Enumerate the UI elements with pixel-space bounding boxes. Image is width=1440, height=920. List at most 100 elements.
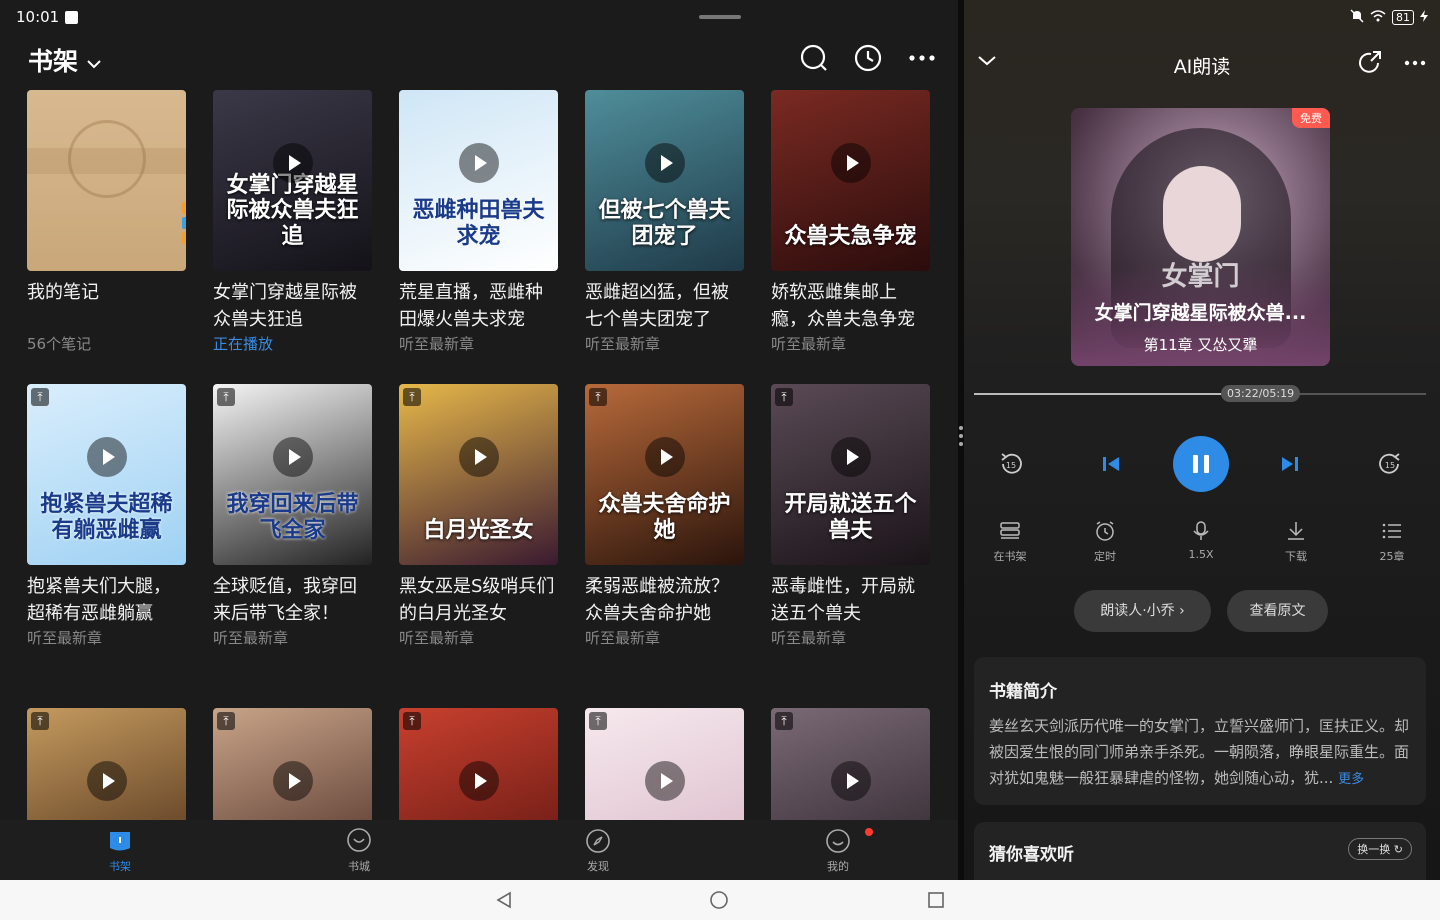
play-icon[interactable]: [831, 143, 871, 183]
book-item[interactable]: ⤒ 开局就送五个兽夫 恶毒雌性，开局就送五个兽夫 听至最新章: [771, 384, 930, 648]
play-icon[interactable]: [87, 761, 127, 801]
wifi-icon: [1370, 10, 1386, 25]
chapter-list-button[interactable]: 25章: [1357, 518, 1427, 564]
book-status: 听至最新章: [585, 629, 661, 647]
book-item[interactable]: ⤒ 众兽夫舍命护她 柔弱恶雌被流放？众兽夫舍命护她 听至最新章: [585, 384, 744, 648]
play-icon[interactable]: [645, 143, 685, 183]
now-playing-cover[interactable]: 免费 女掌门 女掌门穿越星际被众兽... 第11章 又怂又犟: [1071, 108, 1330, 366]
speed-label: 1.5X: [1188, 548, 1214, 561]
home-icon[interactable]: [709, 890, 729, 910]
book-cover[interactable]: ⤒ 开局就送五个兽夫: [771, 384, 930, 565]
history-icon[interactable]: [852, 42, 884, 74]
book-title: 黑女巫是S级哨兵们的白月光圣女: [399, 576, 555, 624]
play-icon[interactable]: [459, 143, 499, 183]
back-icon[interactable]: [494, 890, 514, 910]
previous-chapter-button[interactable]: [1081, 434, 1141, 494]
book-cover[interactable]: ⤒: [27, 708, 186, 820]
book-item[interactable]: ⤒: [213, 708, 372, 820]
pinned-icon: ⤒: [403, 388, 421, 406]
download-icon: [1283, 518, 1309, 544]
nav-bookshelf[interactable]: 书架: [90, 828, 150, 874]
play-icon[interactable]: [459, 761, 499, 801]
book-grid: 我的笔记 56个笔记 女掌门穿越星际被众兽夫狂追 女掌门穿越星际被众兽夫狂追 正在播放恶…: [27, 90, 937, 820]
timer-button[interactable]: 定时: [1070, 518, 1140, 564]
book-item[interactable]: ⤒兽: [585, 708, 744, 820]
chevron-right-icon: ›: [1179, 603, 1185, 619]
play-icon[interactable]: [831, 437, 871, 477]
nav-discover[interactable]: 发现: [568, 828, 628, 874]
refresh-button[interactable]: 换一换 ↻: [1348, 838, 1412, 860]
book-cover[interactable]: ⤒ 抱紧兽夫超稀有躺恶雌赢: [27, 384, 186, 565]
svg-text:15: 15: [1385, 461, 1395, 470]
next-chapter-button[interactable]: [1260, 434, 1320, 494]
more-link[interactable]: 更多: [1338, 772, 1364, 787]
forward-15-button[interactable]: 15: [1360, 434, 1420, 494]
speed-button[interactable]: 1.5X: [1166, 518, 1236, 561]
cover-title-text: 但被七个兽夫团宠了: [598, 198, 731, 249]
download-button[interactable]: 下载: [1261, 518, 1331, 564]
in-shelf-button[interactable]: 在书架: [975, 518, 1045, 564]
narrator-button[interactable]: 朗读人·小乔 ›: [1074, 590, 1211, 632]
book-cover[interactable]: ⤒ 白月光圣女: [399, 384, 558, 565]
book-item[interactable]: ⤒ 白月光圣女 黑女巫是S级哨兵们的白月光圣女 听至最新章: [399, 384, 558, 648]
narrator-label: 朗读人·小乔: [1100, 603, 1175, 619]
playback-time[interactable]: 03:22/05:19: [1221, 385, 1301, 402]
play-icon[interactable]: [273, 143, 313, 183]
play-icon[interactable]: [831, 761, 871, 801]
book-cover[interactable]: 恶雌种田兽夫求宠: [399, 90, 558, 271]
play-icon[interactable]: [645, 437, 685, 477]
view-original-button[interactable]: 查看原文: [1227, 590, 1328, 632]
book-item[interactable]: 我的笔记 56个笔记: [27, 90, 186, 354]
book-item[interactable]: ⤒: [27, 708, 186, 820]
book-status: 56个笔记: [27, 335, 92, 353]
pause-icon: [1173, 436, 1229, 492]
book-cover[interactable]: ⤒ 我穿回来后带飞全家: [213, 384, 372, 565]
book-item[interactable]: 众兽夫急争宠 娇软恶雌集邮上瘾，众兽夫急争宠 听至最新章: [771, 90, 930, 354]
book-item[interactable]: ⤒ 抱紧兽夫超稀有躺恶雌赢 抱紧兽夫们大腿，超稀有恶雌躺赢 听至最新章: [27, 384, 186, 648]
book-item[interactable]: 但被七个兽夫团宠了 恶雌超凶猛，但被七个兽夫团宠了 听至最新章: [585, 90, 744, 354]
cover-title-art: 女掌门: [1161, 262, 1240, 292]
book-item[interactable]: ⤒: [771, 708, 930, 820]
smile-icon: [825, 828, 873, 854]
notebook-cover[interactable]: [27, 90, 186, 271]
book-cover[interactable]: ⤒: [399, 708, 558, 820]
book-cover[interactable]: ⤒兽: [585, 708, 744, 820]
book-cover[interactable]: 众兽夫急争宠: [771, 90, 930, 271]
play-icon[interactable]: [273, 437, 313, 477]
search-icon[interactable]: [798, 42, 830, 74]
book-cover[interactable]: 女掌门穿越星际被众兽夫狂追: [213, 90, 372, 271]
pause-button[interactable]: [1171, 434, 1231, 494]
cover-title-text: 众兽夫舍命护她: [598, 492, 731, 543]
system-navigation-bar: [0, 880, 1440, 920]
playback-progress-fill: [974, 393, 1259, 395]
pinned-icon: ⤒: [775, 712, 793, 730]
book-title: 全球贬值，我穿回来后带飞全家！: [213, 576, 357, 624]
book-item[interactable]: 女掌门穿越星际被众兽夫狂追 女掌门穿越星际被众兽夫狂追 正在播放: [213, 90, 372, 354]
play-icon[interactable]: [273, 761, 313, 801]
alarm-icon: [1092, 518, 1118, 544]
book-cover[interactable]: ⤒: [771, 708, 930, 820]
cover-title-text: 女掌门穿越星际被众兽夫狂追: [226, 173, 359, 249]
playback-progress-bar[interactable]: [974, 393, 1426, 395]
list-icon: [1379, 518, 1405, 544]
book-item[interactable]: ⤒: [399, 708, 558, 820]
play-icon[interactable]: [645, 761, 685, 801]
recents-icon[interactable]: [926, 890, 946, 910]
book-title: 抱紧兽夫们大腿，超稀有恶雌躺赢: [27, 576, 171, 624]
book-cover[interactable]: ⤒: [213, 708, 372, 820]
book-item[interactable]: 恶雌种田兽夫求宠 荒星直播，恶雌种田爆火兽夫求宠 听至最新章: [399, 90, 558, 354]
book-title: 娇软恶雌集邮上瘾，众兽夫急争宠: [771, 282, 915, 330]
nav-bookstore[interactable]: 书城: [329, 828, 389, 874]
more-icon[interactable]: [1402, 50, 1428, 80]
nav-profile[interactable]: 我的: [808, 828, 873, 874]
shelf-switcher[interactable]: 书架: [28, 42, 102, 78]
play-icon[interactable]: [459, 437, 499, 477]
book-cover[interactable]: 但被七个兽夫团宠了: [585, 90, 744, 271]
book-item[interactable]: ⤒ 我穿回来后带飞全家 全球贬值，我穿回来后带飞全家！ 听至最新章: [213, 384, 372, 648]
rewind-15-button[interactable]: 15: [981, 434, 1041, 494]
window-drag-handle[interactable]: [699, 15, 741, 19]
more-icon[interactable]: [906, 42, 938, 74]
share-icon[interactable]: [1358, 50, 1384, 80]
play-icon[interactable]: [87, 437, 127, 477]
book-cover[interactable]: ⤒ 众兽夫舍命护她: [585, 384, 744, 565]
